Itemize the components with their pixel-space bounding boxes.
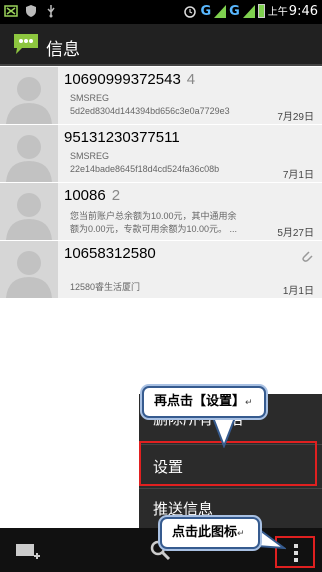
usb-icon bbox=[47, 5, 55, 18]
message-date: 7月29日 bbox=[277, 112, 314, 123]
signal-icon bbox=[214, 5, 227, 18]
avatar[interactable] bbox=[0, 183, 58, 240]
sender-number: 10086 bbox=[64, 187, 106, 204]
message-date: 7月1日 bbox=[282, 170, 314, 181]
network-type-2: G bbox=[229, 3, 240, 19]
attachment-icon bbox=[302, 251, 313, 262]
status-bar: G G 上午9:46 bbox=[0, 0, 322, 24]
sender-number: 10690999372543 bbox=[64, 71, 181, 88]
network-type-1: G bbox=[200, 3, 212, 19]
message-preview-line-2: 12580睿生活厦门 bbox=[70, 282, 141, 292]
message-date: 1月1日 bbox=[282, 286, 314, 297]
shield-icon bbox=[26, 5, 36, 17]
conversation-row[interactable]: 95131230377511 SMSREG 22e14bade8645f18d4… bbox=[0, 125, 322, 183]
avatar[interactable] bbox=[0, 241, 58, 298]
notification-icon bbox=[4, 5, 18, 17]
contact-placeholder-icon bbox=[6, 251, 52, 298]
app-header: 信息 bbox=[0, 24, 322, 66]
avatar[interactable] bbox=[0, 125, 58, 182]
return-mark: ↵ bbox=[245, 398, 253, 408]
conversation-row[interactable]: 10658312580 12580睿生活厦门 1月1日 bbox=[0, 241, 322, 299]
conversation-name: 95131230377511 bbox=[64, 129, 180, 146]
callout-pointer bbox=[256, 526, 286, 550]
compose-icon[interactable] bbox=[14, 538, 42, 562]
sender-number: 95131230377511 bbox=[64, 129, 180, 146]
battery-icon bbox=[257, 4, 265, 18]
signal-icon bbox=[242, 5, 255, 18]
instruction-callout-menu-icon: 点击此图标↵ bbox=[160, 517, 260, 549]
message-count: 4 bbox=[186, 71, 196, 88]
conversation-name: 10690999372543 4 bbox=[64, 71, 195, 88]
avatar[interactable] bbox=[0, 67, 58, 124]
contact-placeholder-icon bbox=[6, 135, 52, 182]
conversation-row[interactable]: 10690999372543 4 SMSREG 5d2ed8304d144394b… bbox=[0, 67, 322, 125]
page-title: 信息 bbox=[46, 40, 80, 60]
message-preview-line-2: 5d2ed8304d144394bd656c3e0a7729e3 bbox=[70, 106, 230, 116]
overflow-menu-icon-dot bbox=[294, 558, 298, 562]
clock-period: 上午 bbox=[267, 7, 288, 18]
message-date: 5月27日 bbox=[277, 228, 314, 239]
callout-text: 再点击【设置】 bbox=[154, 394, 246, 409]
message-preview-line-2: 22e14bade8645f18d4cd524fa36c08b bbox=[70, 164, 220, 174]
conversation-row[interactable]: 10086 2 您当前账户总余额为10.00元，其中通用余 额为0.00元，专款可… bbox=[0, 183, 322, 241]
chat-bubble-icon[interactable] bbox=[12, 32, 40, 56]
message-count: 2 bbox=[111, 187, 121, 204]
contact-placeholder-icon bbox=[6, 193, 52, 240]
overflow-menu-icon-dot bbox=[294, 551, 298, 555]
conversation-name: 10658312580 bbox=[64, 245, 156, 262]
instruction-callout-settings: 再点击【设置】↵ bbox=[142, 386, 266, 418]
callout-text: 点击此图标 bbox=[172, 525, 238, 540]
message-preview-line-1: SMSREG bbox=[70, 93, 110, 103]
callout-pointer bbox=[210, 414, 238, 448]
message-preview-line-2: 额为0.00元，专款可用余额为10.00元。 ... bbox=[70, 224, 238, 234]
message-preview-line-1: SMSREG bbox=[70, 151, 110, 161]
alarm-icon bbox=[184, 6, 197, 18]
clock: 上午9:46 bbox=[268, 3, 318, 19]
conversation-name: 10086 2 bbox=[64, 187, 120, 204]
return-mark: ↵ bbox=[237, 529, 245, 539]
contact-placeholder-icon bbox=[6, 77, 52, 124]
conversation-list: 10690999372543 4 SMSREG 5d2ed8304d144394b… bbox=[0, 67, 322, 299]
clock-time: 9:46 bbox=[288, 4, 318, 19]
overflow-menu-icon bbox=[294, 544, 298, 548]
message-preview-line-1: 您当前账户总余额为10.00元，其中通用余 bbox=[70, 211, 237, 221]
sender-number: 10658312580 bbox=[64, 245, 156, 262]
